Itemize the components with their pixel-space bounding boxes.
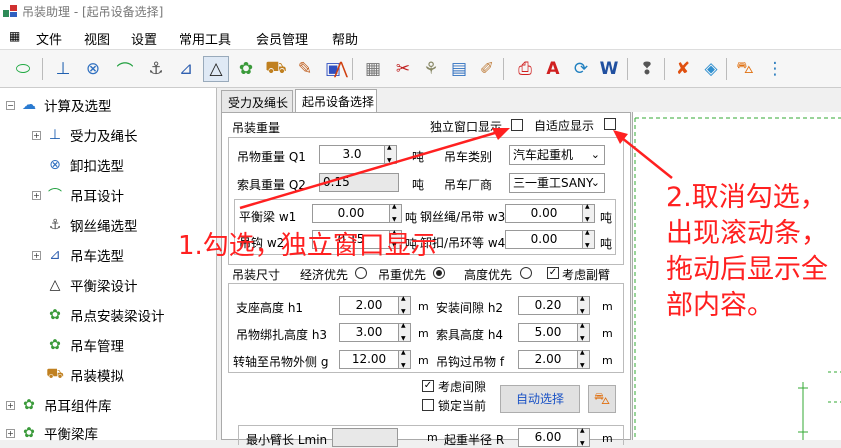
annotation-note-2: 2.取消勾选，出现滚动条，拖动后显示全部内容。: [666, 182, 828, 321]
annotation-arrow-2: [616, 133, 673, 179]
annotation-arrow-1: [239, 128, 506, 210]
annotation-note-1: 1.勾选，独立窗口显示: [178, 231, 437, 261]
